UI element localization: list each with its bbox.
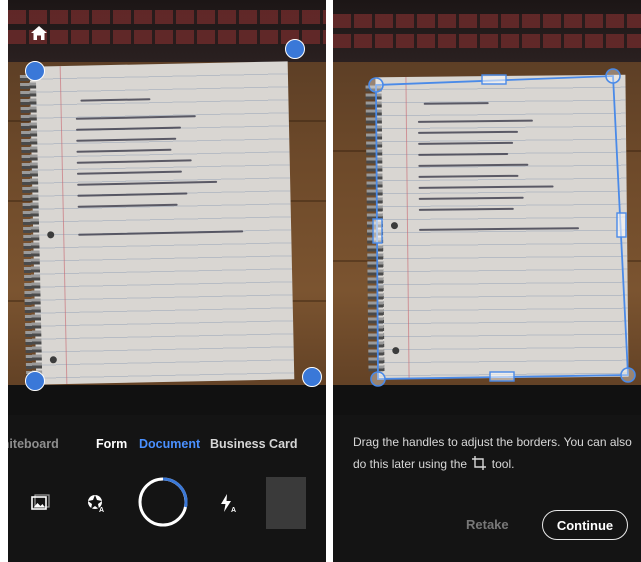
- background-keyboard: [8, 0, 326, 62]
- last-capture-thumbnail[interactable]: [266, 477, 306, 529]
- crop-screen: Drag the handles to adjust the borders. …: [333, 0, 641, 562]
- capture-mode-selector: Whiteboard Form Document Business Card: [8, 437, 326, 455]
- svg-text:A: A: [231, 507, 236, 513]
- auto-capture-icon[interactable]: A: [86, 493, 106, 513]
- crop-handle-right-edge[interactable]: [616, 212, 627, 238]
- mode-whiteboard[interactable]: Whiteboard: [8, 437, 59, 451]
- shutter-button[interactable]: [138, 477, 188, 527]
- camera-viewfinder: [8, 0, 326, 415]
- mode-form[interactable]: Form: [96, 437, 127, 451]
- crop-handle-top-edge[interactable]: [481, 74, 507, 85]
- crop-hint-text: Drag the handles to adjust the borders. …: [353, 431, 635, 475]
- crop-handle-bottom-edge[interactable]: [489, 371, 515, 382]
- crop-icon: [472, 456, 487, 470]
- mode-business-card[interactable]: Business Card: [210, 437, 298, 451]
- corner-handle-bottom-left: [25, 371, 45, 391]
- crop-handle-left-edge[interactable]: [372, 218, 383, 244]
- camera-controls: Whiteboard Form Document Business Card A…: [8, 415, 326, 562]
- crop-border-overlay: [368, 68, 636, 387]
- notebook-page: [19, 61, 295, 385]
- corner-handle-top-left: [25, 61, 45, 81]
- gallery-icon[interactable]: [30, 493, 50, 513]
- home-button[interactable]: [26, 20, 52, 46]
- mode-document[interactable]: Document: [139, 437, 200, 451]
- crop-hint-text-end: tool.: [491, 457, 515, 471]
- retake-button[interactable]: Retake: [466, 517, 509, 532]
- corner-handle-top-right: [285, 39, 305, 59]
- crop-info-panel: Drag the handles to adjust the borders. …: [333, 415, 641, 562]
- flash-auto-icon[interactable]: A: [218, 493, 238, 513]
- svg-text:A: A: [99, 507, 104, 513]
- crop-handle-top-left[interactable]: [368, 77, 384, 93]
- crop-handle-bottom-right[interactable]: [620, 367, 636, 383]
- captured-image: [333, 0, 641, 415]
- crop-handle-bottom-left[interactable]: [370, 371, 386, 387]
- corner-handle-bottom-right: [302, 367, 322, 387]
- continue-button[interactable]: Continue: [542, 510, 628, 540]
- crop-handle-top-right[interactable]: [605, 68, 621, 84]
- home-icon: [31, 26, 47, 40]
- capture-screen: Whiteboard Form Document Business Card A…: [8, 0, 326, 562]
